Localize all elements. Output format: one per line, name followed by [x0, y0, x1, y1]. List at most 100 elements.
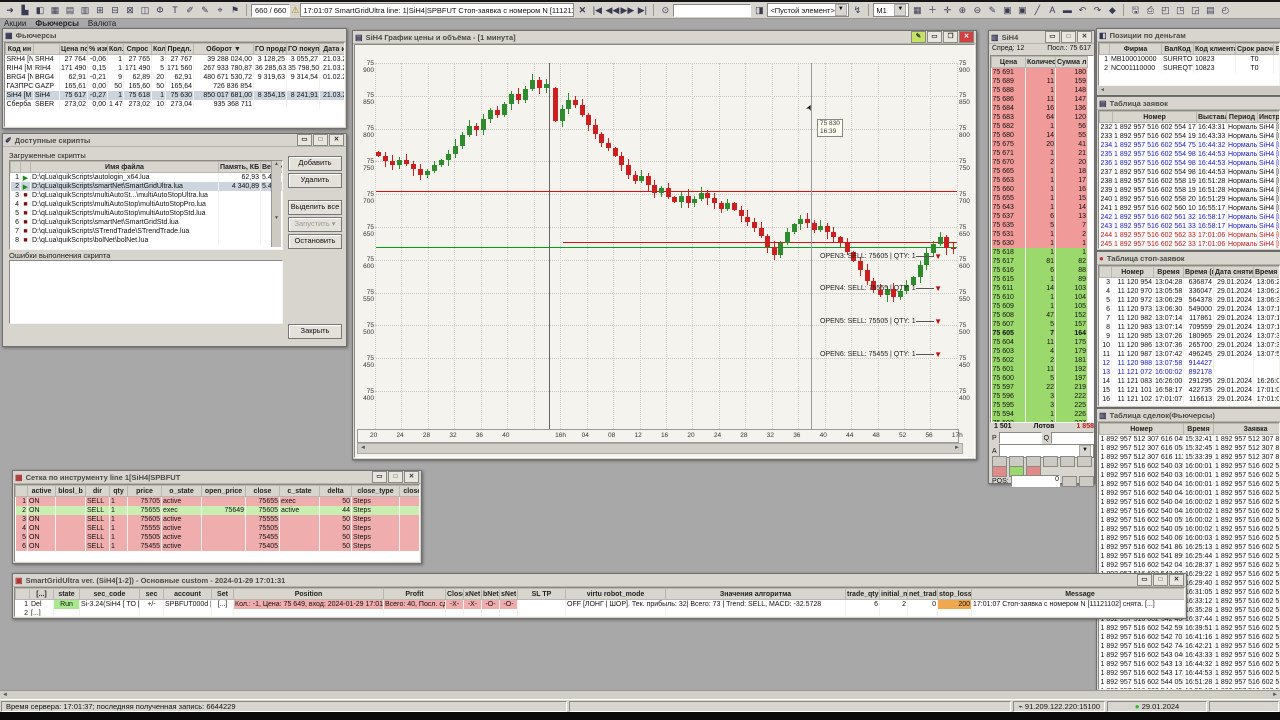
- column-header[interactable]: [33, 43, 60, 55]
- column-header[interactable]: [10, 161, 21, 173]
- column-header[interactable]: close: [245, 485, 280, 497]
- table-row[interactable]: 2 [...]: [15, 609, 1184, 616]
- table-row[interactable]: 1 ▶ D:\qLua\quikScripts\autologin_x64.lua 6…: [10, 172, 282, 182]
- tab-Валюта[interactable]: Валюта: [88, 19, 116, 28]
- table-row[interactable]: 1 892 957 516 602 540 035 16:00:01 1 892 9…: [1099, 462, 1279, 471]
- table-row[interactable]: 1 892 957 516 602 540 041 16:00:01 1 892 9…: [1099, 480, 1279, 489]
- table-row[interactable]: 1 892 957 516 602 541 899 16:25:44 1 892 9…: [1099, 552, 1279, 561]
- table-row[interactable]: 75 615 1 89: [991, 275, 1088, 284]
- table-row[interactable]: 6 ■ D:\qLua\quikScripts\smartNet\SmartGrid…: [10, 218, 282, 227]
- table-row[interactable]: 7 11 120 982 13:07:14 117861 29.01.2024 13:07…: [1099, 314, 1279, 323]
- table-row[interactable]: 8 11 120 983 13:07:14 709559 29.01.2024 13:07…: [1099, 323, 1279, 332]
- column-header[interactable]: Предл.: [165, 43, 194, 55]
- table-row[interactable]: 1 892 957 516 602 541 863 16:25:13 1 892 9…: [1099, 543, 1279, 552]
- column-header[interactable]: dir: [85, 485, 110, 497]
- tab-Акции[interactable]: Акции: [4, 19, 26, 28]
- column-header[interactable]: stop_loss: [937, 588, 972, 600]
- table-row[interactable]: 75 635 5 7: [991, 221, 1088, 230]
- pencil-icon[interactable]: ✎: [985, 4, 999, 17]
- table-row[interactable]: 1 892 957 516 602 542 744 16:42:21 1 892 9…: [1099, 642, 1279, 651]
- minimize-icon[interactable]: ▭: [297, 134, 312, 146]
- table-row[interactable]: 16 11 121 102 17:01:07 116613 29.01.2024 17:0…: [1099, 395, 1279, 404]
- lock-closed-icon[interactable]: ▣: [1015, 4, 1029, 17]
- table-row[interactable]: 75 689 11 159: [991, 77, 1088, 86]
- close-icon[interactable]: ✕: [1077, 31, 1092, 43]
- chevron-down-icon[interactable]: ▼: [834, 4, 847, 16]
- table-row[interactable]: 75 670 2 20: [991, 158, 1088, 167]
- column-header[interactable]: Спрос: [123, 43, 152, 55]
- column-header[interactable]: close_type: [351, 485, 400, 497]
- remove-table-icon[interactable]: ⊟: [108, 4, 122, 17]
- table-row[interactable]: 4 11 120 970 13:05:58 336047 29.01.2024 13:06…: [1099, 287, 1279, 296]
- script-errors-box[interactable]: [9, 260, 283, 324]
- close-icon[interactable]: ✕: [1169, 574, 1184, 586]
- column-header[interactable]: Код клиента: [1193, 43, 1236, 55]
- column-header[interactable]: active: [27, 485, 56, 497]
- table-row[interactable]: RIH4 [M RIH4 171 490 0,15 1 171 490 5 171 560 26…: [5, 64, 344, 73]
- last-record-icon[interactable]: ▶|: [635, 4, 649, 17]
- stops-window-titlebar[interactable]: ● Таблица стоп-заявок: [1097, 252, 1280, 265]
- table-row[interactable]: 75 609 1 105: [991, 302, 1088, 311]
- column-header[interactable]: sec_code: [79, 588, 140, 600]
- table-row[interactable]: 235 1 892 957 516 602 554 982 16:44:53 Норм…: [1099, 150, 1279, 159]
- table-row[interactable]: 6 11 120 973 13:06:30 549000 29.01.2024 13:07…: [1099, 305, 1279, 314]
- window-list-icon[interactable]: ◳: [1173, 4, 1187, 17]
- close-icon[interactable]: ✕: [404, 471, 419, 483]
- table-row[interactable]: 241 1 892 957 516 602 560 106 16:55:17 Норм…: [1099, 204, 1279, 213]
- flag-tool-icon[interactable]: ⚑: [228, 4, 242, 17]
- trendline-icon[interactable]: ╱: [1030, 4, 1044, 17]
- column-header[interactable]: [1099, 43, 1110, 55]
- column-header[interactable]: net_trade_: [907, 588, 938, 600]
- column-header[interactable]: Set: [211, 588, 234, 600]
- table-window-icon[interactable]: ▦: [48, 4, 62, 17]
- table-row[interactable]: 237 1 892 957 516 602 554 986 16:44:53 Норм…: [1099, 168, 1279, 177]
- column-header[interactable]: Номер: [1112, 111, 1197, 123]
- maximize-icon[interactable]: □: [1153, 574, 1168, 586]
- column-header[interactable]: Время: [1153, 266, 1184, 278]
- marker-tool-icon[interactable]: ▬: [1060, 4, 1074, 17]
- column-header[interactable]: open_price: [201, 485, 246, 497]
- table-row[interactable]: 75 675 20 41: [991, 140, 1088, 149]
- table-row[interactable]: 1 892 957 516 602 543 040 16:43:33 1 892 9…: [1099, 651, 1279, 660]
- close-scripts-button[interactable]: Закрыть: [288, 324, 342, 339]
- pos-input[interactable]: 0: [1010, 475, 1060, 487]
- table-row[interactable]: 3 11 120 954 13:04:28 636874 29.01.2024 13:06…: [1099, 277, 1279, 287]
- column-header[interactable]: qty: [109, 485, 128, 497]
- minimize-icon[interactable]: ▭: [1137, 574, 1152, 586]
- column-header[interactable]: Код ин: [5, 43, 34, 55]
- column-header[interactable]: % изм: [87, 43, 108, 55]
- scripts-scrollbar[interactable]: ▲ ▼: [271, 161, 281, 247]
- chart-window-titlebar[interactable]: ▤ SiH4 График цены и объёма - [1 минута]…: [353, 31, 976, 44]
- close-icon[interactable]: ✕: [329, 134, 344, 146]
- table-row[interactable]: 1 892 957 516 602 540 056 16:00:02 1 892 9…: [1099, 525, 1279, 534]
- column-header[interactable]: [15, 588, 30, 600]
- smartgrid-window-titlebar[interactable]: ▣ SmartGridUltra ver. (SiH4[1-2]) - Осно…: [13, 574, 1186, 587]
- column-header[interactable]: [15, 485, 28, 497]
- column-header[interactable]: Кол. сп: [107, 43, 124, 55]
- close-table-icon[interactable]: ⊠: [123, 4, 137, 17]
- table-row[interactable]: 1 892 957 516 602 544 058 16:51:28 1 892 9…: [1099, 678, 1279, 687]
- filter-icon[interactable]: ◨: [752, 4, 766, 17]
- table-row[interactable]: 2 ▶ D:\qLua\quikScripts\smartNet\SmartGrid…: [10, 182, 282, 191]
- table-row[interactable]: 1 892 957 516 602 540 038 16:00:01 1 892 9…: [1099, 471, 1279, 480]
- column-header[interactable]: Количес: [1025, 56, 1056, 68]
- table-row[interactable]: 75 597 22 219: [991, 383, 1088, 392]
- chevron-down-icon[interactable]: ▼: [894, 4, 907, 16]
- scroll-left-icon[interactable]: ◄: [360, 444, 366, 453]
- table-row[interactable]: 3ONSELL175605active7555550Steps500: [15, 515, 419, 524]
- report-icon[interactable]: ▤: [1203, 4, 1217, 17]
- minimize-icon[interactable]: ▭: [372, 471, 387, 483]
- table-row[interactable]: 238 1 892 957 516 602 558 197 16:51:28 Норм…: [1099, 177, 1279, 186]
- tab-Фьючерсы[interactable]: Фьючерсы: [35, 19, 79, 28]
- table-row[interactable]: 4ONSELL175555active7550550Steps500: [15, 524, 419, 533]
- column-header[interactable]: Оборот ▼: [193, 43, 254, 55]
- table-row[interactable]: 75 630 1 1: [991, 239, 1088, 248]
- table-row[interactable]: 75 600 5 197: [991, 374, 1088, 383]
- table-row[interactable]: 5 11 120 972 13:06:29 564378 29.01.2024 13:06…: [1099, 296, 1279, 305]
- table-row[interactable]: 243 1 892 957 516 602 561 333 16:58:17 Норм…: [1099, 222, 1279, 231]
- table-row[interactable]: 75 617 81 82: [991, 257, 1088, 266]
- table-row[interactable]: 75 603 4 179: [991, 347, 1088, 356]
- column-header[interactable]: Время (мк: [1183, 266, 1214, 278]
- chart-scrollbar[interactable]: ◄ ►: [357, 443, 963, 454]
- run-script-button[interactable]: Запустить ▾: [288, 217, 342, 232]
